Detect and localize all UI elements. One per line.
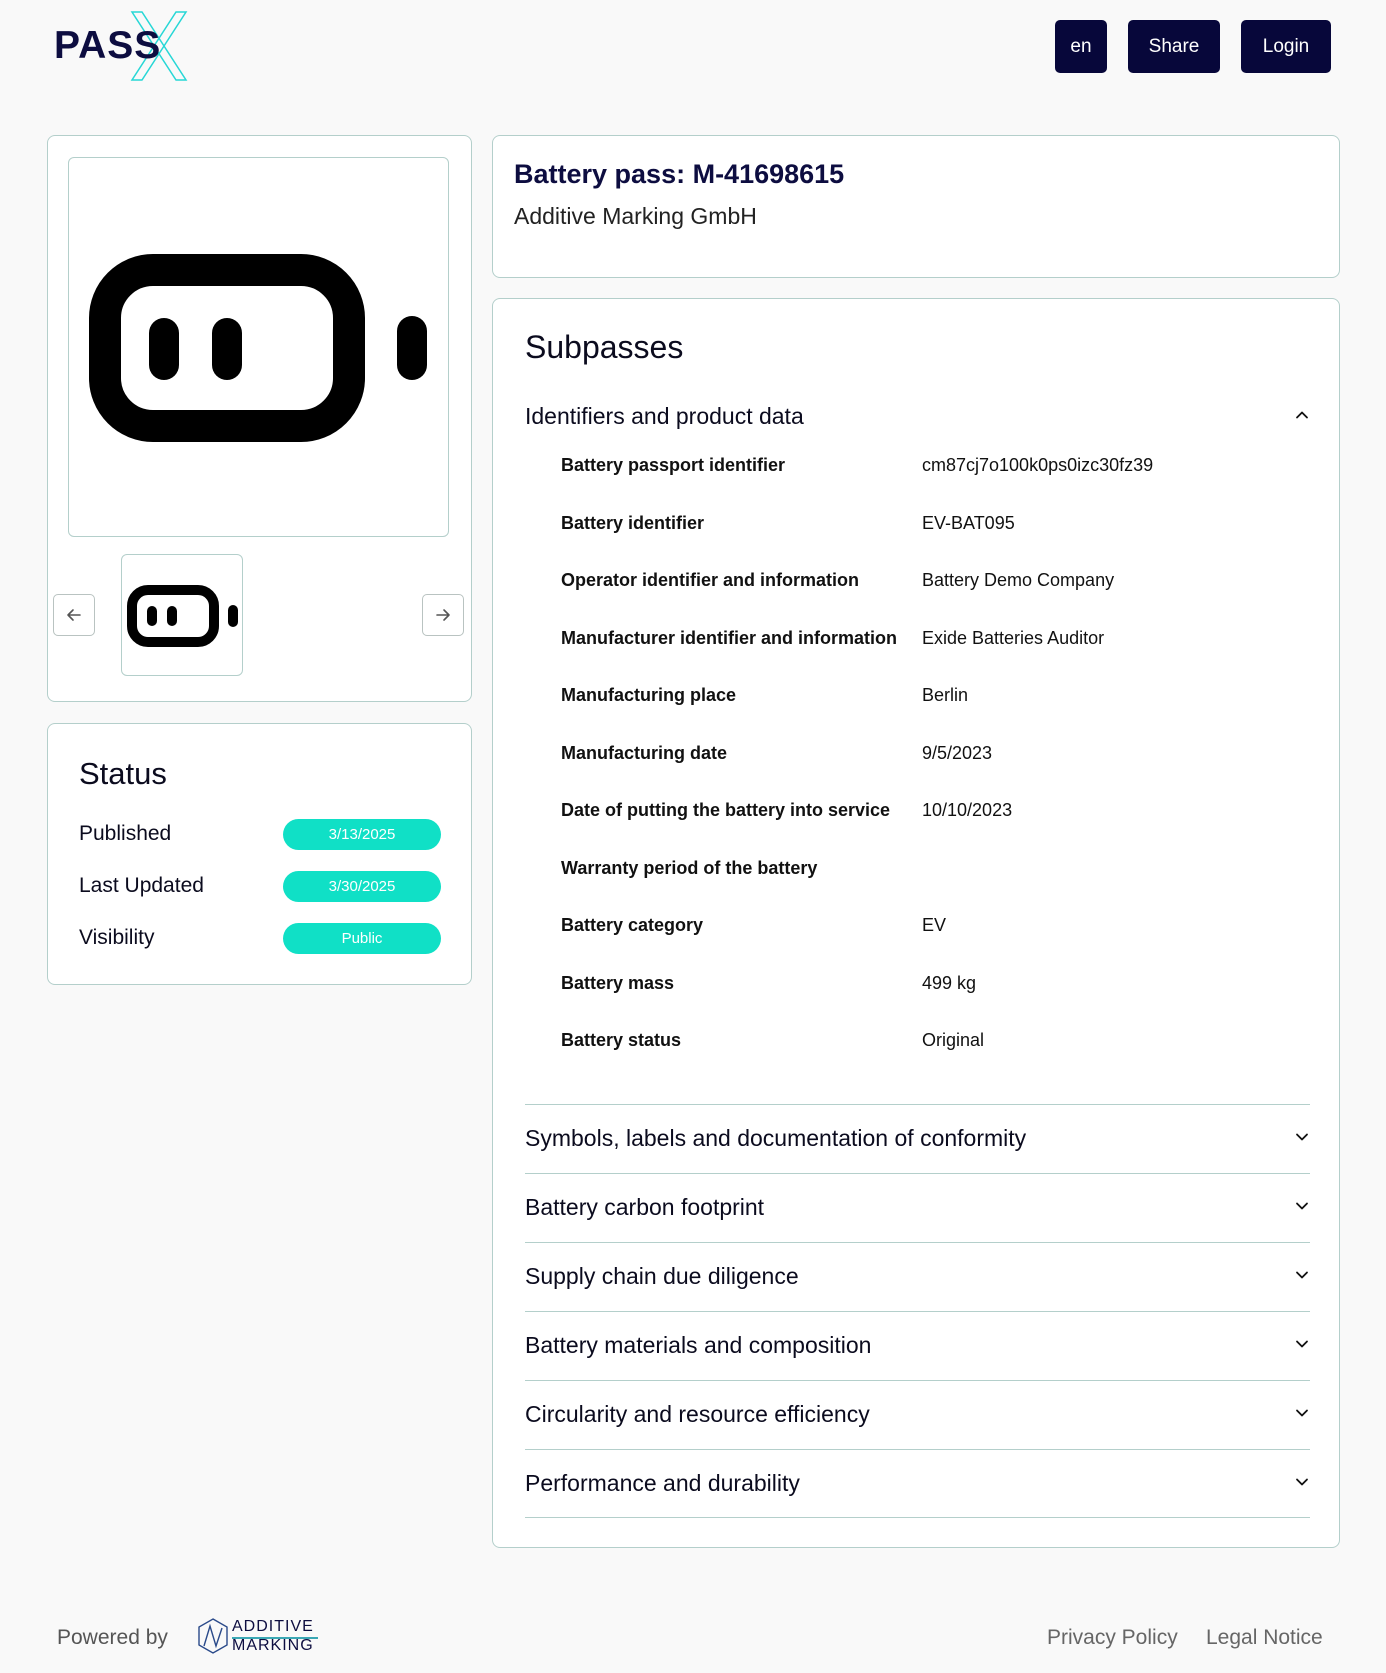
- login-button[interactable]: Login: [1241, 20, 1331, 73]
- field-row: Battery status Original: [561, 1026, 1301, 1056]
- field-label: Battery status: [561, 1030, 682, 1050]
- status-badge: 3/30/2025: [283, 871, 441, 902]
- field-label: Manufacturing place: [561, 685, 737, 705]
- status-row-visibility: Visibility Public: [79, 923, 449, 955]
- company-name: Additive Marking GmbH: [514, 203, 757, 229]
- accordion-label: Symbols, labels and documentation of con…: [525, 1125, 1027, 1151]
- status-title: Status: [79, 756, 167, 791]
- accordion-label: Circularity and resource efficiency: [525, 1401, 870, 1427]
- field-row: Warranty period of the battery: [561, 854, 1301, 884]
- status-label: Last Updated: [79, 874, 204, 897]
- battery-icon: [127, 585, 238, 647]
- accordion-materials[interactable]: Battery materials and composition: [525, 1311, 1310, 1380]
- field-row: Battery category EV: [561, 911, 1301, 941]
- field-value: cm87cj7o100k0ps0izc30fz39: [922, 455, 1154, 475]
- field-label: Battery mass: [561, 972, 675, 993]
- accordion-circularity[interactable]: Circularity and resource efficiency: [525, 1380, 1310, 1449]
- accordion-identifiers-header[interactable]: Identifiers and product data: [525, 399, 1310, 439]
- logo-text: PASS: [54, 24, 162, 67]
- chevron-down-icon: [1296, 1271, 1308, 1279]
- powered-by-text: Powered by: [57, 1626, 168, 1649]
- field-value: 10/10/2023: [922, 800, 1013, 820]
- field-row: Date of putting the battery into service…: [561, 796, 1301, 826]
- field-label: Battery passport identifier: [561, 455, 786, 475]
- partner-logo-line2: MARKING: [232, 1637, 314, 1654]
- passx-logo[interactable]: PASS: [54, 10, 190, 84]
- field-value: EV: [922, 915, 947, 935]
- field-label: Date of putting the battery into service: [561, 800, 891, 820]
- language-button[interactable]: en: [1055, 20, 1107, 73]
- share-button[interactable]: Share: [1128, 20, 1220, 73]
- privacy-policy-link[interactable]: Privacy Policy: [1047, 1626, 1178, 1650]
- arrow-right-icon: [436, 609, 450, 621]
- legal-notice-link[interactable]: Legal Notice: [1206, 1626, 1323, 1650]
- accordion-label: Supply chain due diligence: [525, 1263, 799, 1289]
- chevron-down-icon: [1296, 1202, 1308, 1210]
- page-title: Battery pass: M-41698615: [514, 159, 845, 189]
- field-value: Exide Batteries Auditor: [922, 627, 1105, 648]
- status-badge: Public: [283, 923, 441, 954]
- pass-header-card: Battery pass: M-41698615 Additive Markin…: [492, 135, 1340, 278]
- status-row-published: Published 3/13/2025: [79, 819, 449, 851]
- chevron-down-icon: [1296, 1340, 1308, 1348]
- status-label: Visibility: [79, 926, 155, 949]
- image-thumbnail[interactable]: [121, 554, 243, 676]
- chevron-up-icon: [1296, 411, 1308, 419]
- status-badge: 3/13/2025: [283, 819, 441, 850]
- accordion-carbon-footprint[interactable]: Battery carbon footprint: [525, 1173, 1310, 1242]
- image-gallery: [47, 135, 472, 702]
- accordion-performance[interactable]: Performance and durability: [525, 1449, 1310, 1518]
- field-row: Battery mass 499 kg: [561, 969, 1301, 999]
- subpasses-card: Subpasses Identifiers and product data B…: [492, 298, 1340, 1548]
- field-label: Manufacturer identifier and information: [561, 627, 898, 648]
- field-label: Manufacturing date: [561, 742, 728, 763]
- battery-icon: [89, 254, 427, 442]
- field-label: Warranty period of the battery: [561, 857, 818, 878]
- arrow-left-icon: [67, 609, 81, 621]
- accordion-label: Battery carbon footprint: [525, 1194, 765, 1220]
- field-row: Operator identifier and information Batt…: [561, 566, 1301, 596]
- additive-marking-mark-icon: [198, 1618, 228, 1654]
- field-value: Berlin: [922, 685, 969, 705]
- field-row: Battery identifier EV-BAT095: [561, 509, 1301, 539]
- chevron-down-icon: [1296, 1478, 1308, 1486]
- status-card: Status Published 3/13/2025 Last Updated …: [47, 723, 472, 985]
- field-row: Battery passport identifier cm87cj7o100k…: [561, 451, 1301, 481]
- field-value: Original: [922, 1030, 985, 1050]
- subpasses-title: Subpasses: [525, 329, 684, 365]
- accordion-label: Battery materials and composition: [525, 1332, 872, 1358]
- field-label: Battery identifier: [561, 512, 705, 533]
- field-row: Manufacturing date 9/5/2023: [561, 739, 1301, 769]
- next-image-button[interactable]: [422, 594, 464, 636]
- field-row: Manufacturing place Berlin: [561, 681, 1301, 711]
- field-row: Manufacturer identifier and information …: [561, 624, 1301, 654]
- previous-image-button[interactable]: [53, 594, 95, 636]
- status-label: Published: [79, 822, 172, 845]
- accordion-label: Performance and durability: [525, 1470, 800, 1496]
- partner-logo-line1: ADDITIVE: [232, 1618, 314, 1635]
- chevron-down-icon: [1296, 1409, 1308, 1417]
- accordion-label: Identifiers and product data: [525, 403, 804, 429]
- field-value: Battery Demo Company: [922, 570, 1115, 590]
- field-value: 499 kg: [922, 972, 977, 993]
- chevron-down-icon: [1296, 1133, 1308, 1141]
- main-image: [68, 157, 449, 537]
- additive-marking-logo[interactable]: ADDITIVE MARKING: [196, 1616, 326, 1658]
- accordion-symbols-labels[interactable]: Symbols, labels and documentation of con…: [525, 1104, 1310, 1173]
- field-value: EV-BAT095: [922, 512, 1015, 533]
- field-value: 9/5/2023: [922, 742, 993, 763]
- accordion-supply-chain[interactable]: Supply chain due diligence: [525, 1242, 1310, 1311]
- field-label: Operator identifier and information: [561, 570, 860, 590]
- status-row-last-updated: Last Updated 3/30/2025: [79, 871, 449, 903]
- field-label: Battery category: [561, 915, 704, 935]
